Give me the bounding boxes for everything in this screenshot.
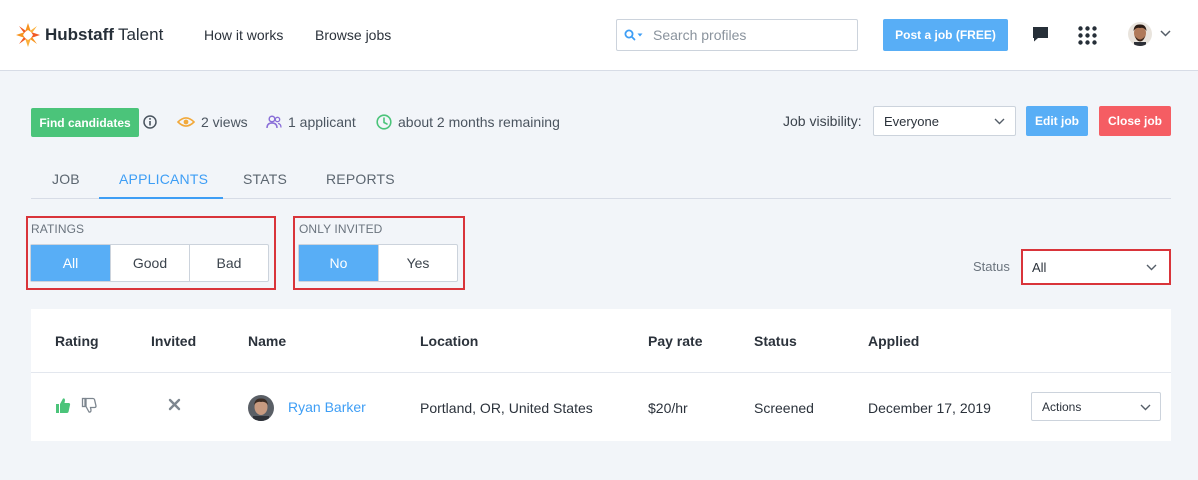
job-visibility-select[interactable]: Everyone [873, 106, 1016, 136]
applicant-pay-rate: $20/hr [648, 400, 688, 416]
close-job-button[interactable]: Close job [1099, 106, 1171, 136]
only-invited-label: ONLY INVITED [299, 222, 383, 236]
rating-option-good[interactable]: Good [111, 245, 190, 281]
column-header-name: Name [248, 333, 287, 349]
column-header-location: Location [420, 333, 479, 349]
eye-icon [177, 117, 195, 127]
chat-icon[interactable] [1032, 26, 1050, 43]
find-candidates-button[interactable]: Find candidates [31, 108, 139, 137]
column-header-status: Status [754, 333, 797, 349]
applicant-name-link[interactable]: Ryan Barker [288, 399, 366, 415]
views-count: 2 views [177, 114, 248, 130]
ratings-segmented-control: All Good Bad [30, 244, 269, 282]
invited-option-yes[interactable]: Yes [379, 245, 457, 281]
top-nav: Hubstaff Talent How it works Browse jobs… [0, 0, 1198, 71]
chevron-down-icon [1140, 404, 1151, 411]
avatar[interactable] [1128, 22, 1152, 46]
rating-option-all[interactable]: All [31, 245, 111, 281]
nav-how-it-works[interactable]: How it works [204, 27, 283, 43]
post-job-button[interactable]: Post a job (FREE) [883, 19, 1008, 51]
applicant-status: Screened [754, 400, 814, 416]
not-invited-x-icon [168, 398, 181, 411]
job-visibility-label: Job visibility: [783, 113, 862, 129]
logo-suffix: Talent [117, 25, 164, 44]
user-avatar-icon [1128, 22, 1152, 46]
job-tabs: JOB APPLICANTS STATS REPORTS [31, 158, 1171, 199]
chevron-down-icon [994, 118, 1005, 125]
status-filter-label: Status [973, 259, 1010, 274]
applicant-photo-icon [248, 395, 274, 421]
applicants-text: 1 applicant [288, 114, 356, 130]
job-visibility-value: Everyone [884, 113, 939, 129]
applicant-avatar[interactable] [248, 395, 274, 421]
ratings-label: RATINGS [31, 222, 85, 236]
users-icon [266, 115, 282, 129]
applicant-location: Portland, OR, United States [420, 400, 593, 416]
search-type-dropdown[interactable] [617, 20, 653, 50]
clock-icon [376, 114, 392, 130]
apps-grid-icon[interactable] [1078, 26, 1097, 45]
applicant-actions-dropdown[interactable]: Actions [1031, 392, 1161, 421]
table-divider [31, 372, 1171, 373]
nav-browse-jobs[interactable]: Browse jobs [315, 27, 391, 43]
chevron-down-icon[interactable] [1160, 30, 1171, 37]
applicant-applied-date: December 17, 2019 [868, 400, 991, 416]
invited-option-no[interactable]: No [299, 245, 379, 281]
tab-stats[interactable]: STATS [243, 171, 287, 187]
info-icon[interactable] [143, 115, 157, 129]
active-tab-indicator [99, 197, 223, 199]
thumbs-down-icon[interactable] [81, 397, 97, 414]
logo-text: Hubstaff [45, 25, 114, 44]
status-filter-value: All [1032, 259, 1047, 275]
search-box [616, 19, 858, 51]
status-filter-select[interactable]: All [1021, 249, 1171, 285]
edit-job-button[interactable]: Edit job [1026, 106, 1088, 136]
views-text: 2 views [201, 114, 248, 130]
chevron-down-icon [1146, 264, 1157, 271]
time-remaining: about 2 months remaining [376, 114, 560, 130]
thumbs-up-icon[interactable] [55, 397, 71, 414]
tab-job[interactable]: JOB [52, 171, 80, 187]
only-invited-segmented-control: No Yes [298, 244, 458, 282]
column-header-applied: Applied [868, 333, 920, 349]
column-header-rating: Rating [55, 333, 99, 349]
logo[interactable]: Hubstaff Talent [15, 22, 163, 48]
remaining-text: about 2 months remaining [398, 114, 560, 130]
logo-icon [16, 23, 40, 47]
tab-applicants[interactable]: APPLICANTS [119, 171, 208, 187]
rating-option-bad[interactable]: Bad [190, 245, 268, 281]
search-icon [624, 29, 643, 41]
applicants-count: 1 applicant [266, 114, 356, 130]
column-header-pay-rate: Pay rate [648, 333, 703, 349]
search-input[interactable] [653, 27, 848, 43]
applicants-table: Rating Invited Name Location Pay rate St… [31, 309, 1171, 441]
actions-label: Actions [1042, 399, 1082, 414]
tab-reports[interactable]: REPORTS [326, 171, 395, 187]
column-header-invited: Invited [151, 333, 197, 349]
